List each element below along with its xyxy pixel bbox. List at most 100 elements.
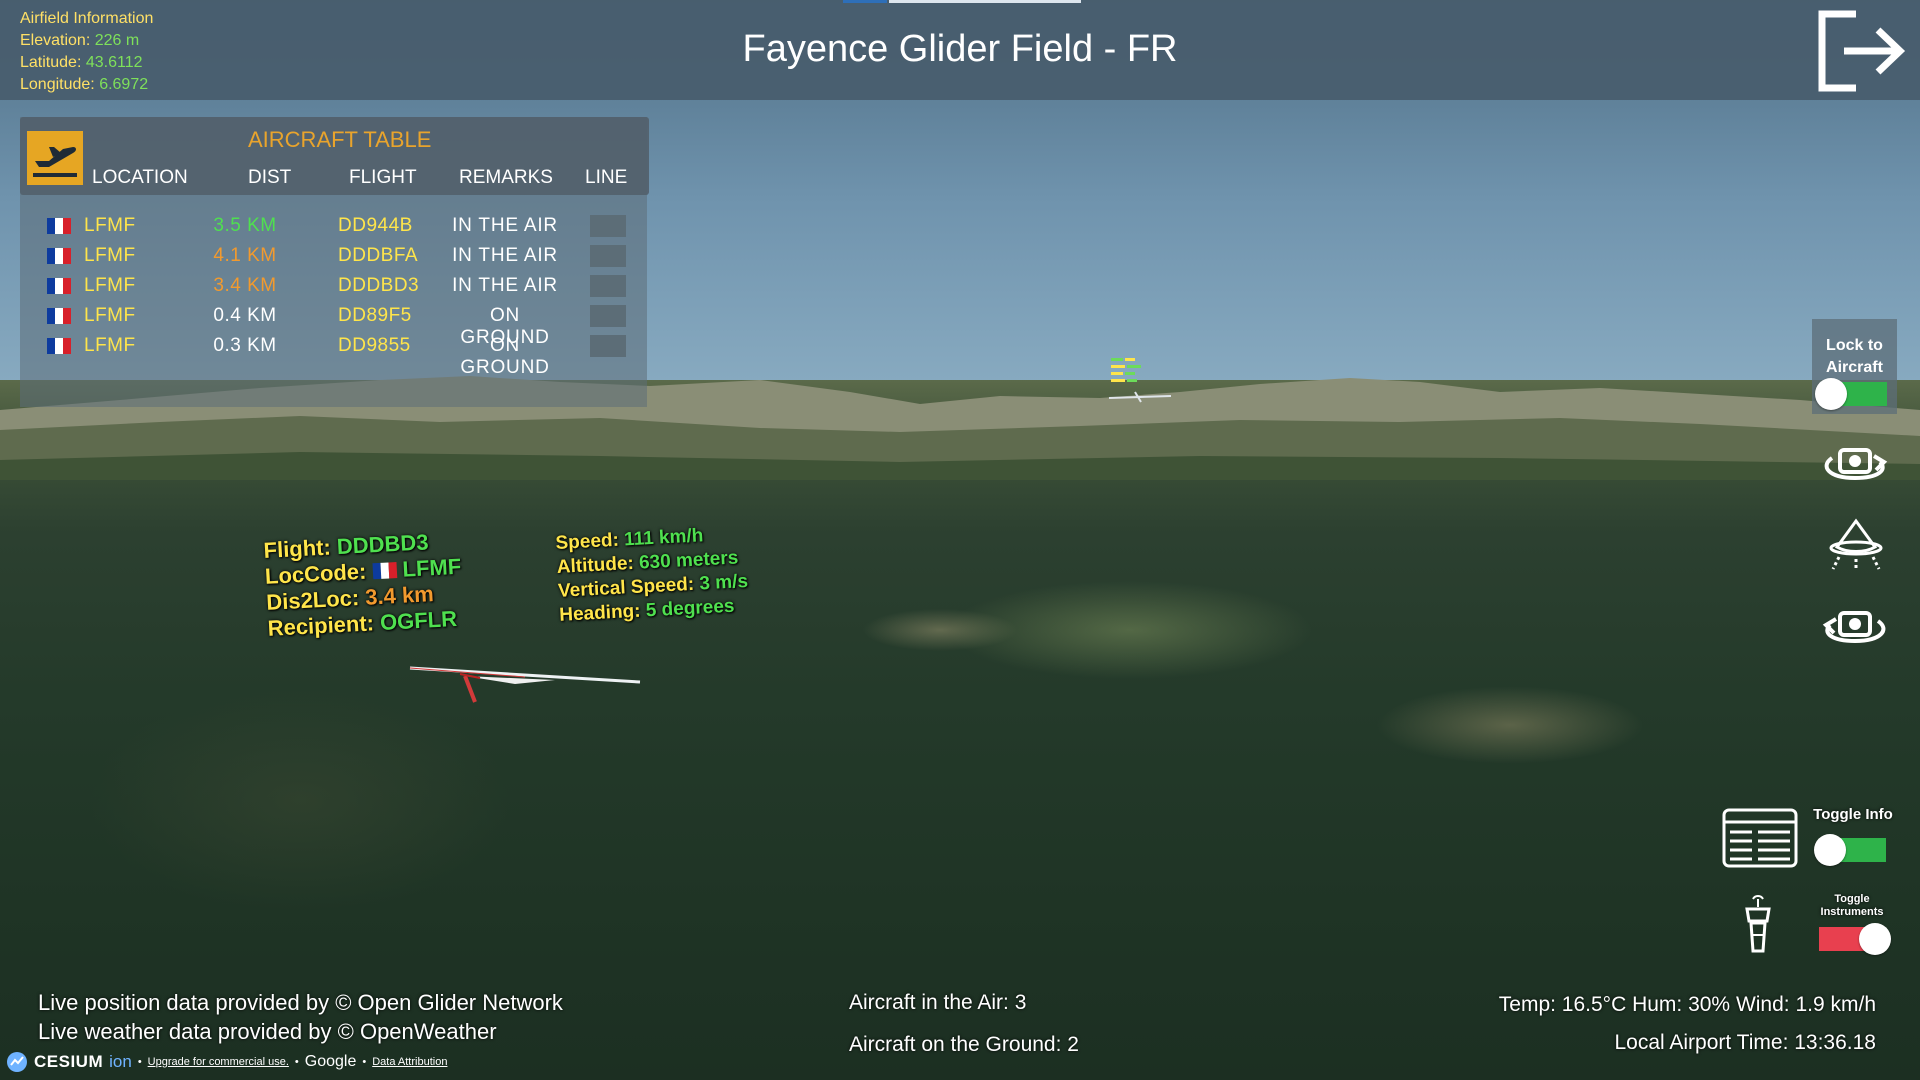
cesium-credits: CESIUM ion • Upgrade for commercial use.…: [6, 1050, 447, 1074]
header-accent-line: [889, 0, 1081, 3]
row-dist: 0.3 KM: [213, 335, 277, 356]
row-location: LFMF: [84, 305, 136, 326]
row-flight: DDDBFA: [338, 245, 419, 266]
row-flight: DDDBD3: [338, 275, 420, 296]
loccode-value: LFMF: [401, 553, 462, 582]
orbit-camera-reverse-icon: [1822, 611, 1886, 644]
row-dist: 4.1 KM: [213, 245, 277, 266]
row-line-toggle[interactable]: [590, 275, 626, 297]
toggle-info-label: Toggle Info: [1813, 806, 1893, 823]
cesium-brand: CESIUM: [34, 1052, 104, 1071]
row-flight: DD9855: [338, 335, 411, 356]
logout-icon: [1818, 10, 1906, 92]
aircraft-in-air-count: Aircraft in the Air: 3: [849, 991, 1027, 1014]
france-flag-icon: [47, 248, 71, 264]
flight-value: DDDBD3: [336, 529, 430, 560]
row-line-toggle[interactable]: [590, 245, 626, 267]
row-flight: DD944B: [338, 215, 413, 236]
recipient-label: Recipient:: [267, 610, 375, 641]
airfield-info-heading: Airfield Information: [20, 10, 154, 27]
info-table-button[interactable]: [1722, 808, 1798, 873]
header-accent-line: [843, 0, 887, 3]
longitude-label: Longitude:: [20, 76, 95, 93]
altitude-label: Altitude:: [556, 552, 635, 578]
local-airport-time: Local Airport Time: 13:36.18: [1614, 1031, 1877, 1054]
aircraft-telemetry-label: Speed: 111 km/h Altitude: 630 meters Ver…: [555, 522, 750, 628]
aircraft-table-title: AIRCRAFT TABLE: [248, 127, 432, 152]
credit-separator: •: [294, 1056, 299, 1068]
toggle-knob: [1815, 378, 1847, 410]
loccode-label: LocCode:: [264, 558, 367, 589]
overhead-view-button[interactable]: [1825, 515, 1887, 578]
data-attribution-link[interactable]: Data Attribution: [372, 1056, 447, 1068]
orbit-camera-icon: [1824, 448, 1888, 481]
row-dist: 0.4 KM: [213, 305, 277, 326]
departure-plane-icon: [27, 131, 83, 185]
row-location: LFMF: [84, 335, 136, 356]
altitude-value: 630 meters: [638, 547, 739, 574]
row-flight: DD89F5: [338, 305, 412, 326]
tracked-glider[interactable]: [405, 660, 645, 710]
distant-glider[interactable]: [1105, 356, 1175, 406]
aircraft-id-label: Flight: DDDBD3 LocCode: LFMF Dis2Loc: 3.…: [263, 528, 465, 642]
cesium-logo-icon: [7, 1052, 27, 1072]
row-dist: 3.5 KM: [213, 215, 277, 236]
row-remarks: ON GROUND: [460, 335, 550, 378]
longitude-value: 6.6972: [99, 76, 149, 93]
heading-value: 5 degrees: [645, 595, 735, 622]
toggle-instruments-label: Toggle Instruments: [1820, 893, 1884, 918]
table-row[interactable]: LFMF 3.4 KM DDDBD3 IN THE AIR: [20, 272, 647, 302]
row-dist: 3.4 KM: [213, 275, 277, 296]
ogn-credit: Live position data provided by © Open Gl…: [38, 990, 563, 1015]
france-flag-icon: [372, 562, 397, 580]
row-line-toggle[interactable]: [590, 335, 626, 357]
control-tower-icon: [1745, 895, 1771, 953]
toggle-instruments-switch[interactable]: [1819, 923, 1891, 955]
logout-button[interactable]: [1816, 8, 1906, 94]
orbit-camera-reverse-button[interactable]: [1818, 603, 1892, 654]
speed-value: 111 km/h: [623, 525, 704, 551]
dis2loc-value: 3.4 km: [364, 581, 435, 610]
toggle-knob: [1859, 923, 1891, 955]
table-row[interactable]: LFMF 3.5 KM DD944B IN THE AIR: [20, 212, 647, 242]
aircraft-on-ground-count: Aircraft on the Ground: 2: [849, 1033, 1079, 1056]
google-credit: Google: [304, 1053, 357, 1070]
row-location: LFMF: [84, 245, 136, 266]
upgrade-link[interactable]: Upgrade for commercial use.: [148, 1056, 289, 1068]
orbit-camera-button[interactable]: [1818, 440, 1892, 491]
terrain-ground: [0, 380, 1920, 1080]
weather-readout: Temp: 16.5°C Hum: 30% Wind: 1.9 km/h: [1498, 993, 1876, 1016]
table-row[interactable]: LFMF 0.4 KM DD89F5 ON GROUND: [20, 302, 647, 348]
row-line-toggle[interactable]: [590, 215, 626, 237]
page-title: Fayence Glider Field - FR: [742, 28, 1178, 70]
aircraft-table: AIRCRAFT TABLE LOCATION DIST FLIGHT REMA…: [20, 117, 649, 407]
column-header-flight: FLIGHT: [349, 167, 417, 188]
table-row[interactable]: LFMF 0.3 KM DD9855 ON GROUND: [20, 332, 647, 378]
credit-separator: •: [362, 1056, 367, 1068]
toggle-knob: [1814, 834, 1846, 866]
lock-to-aircraft-toggle[interactable]: [1815, 378, 1887, 410]
info-table-icon: [1722, 808, 1798, 868]
row-location: LFMF: [84, 215, 136, 236]
aircraft-table-header: AIRCRAFT TABLE LOCATION DIST FLIGHT REMA…: [20, 117, 649, 195]
control-tower-button[interactable]: [1743, 893, 1773, 960]
column-header-location: LOCATION: [92, 167, 188, 188]
recipient-value: OGFLR: [379, 605, 458, 635]
flight-label: Flight:: [263, 534, 332, 563]
column-header-dist: DIST: [248, 167, 292, 188]
column-header-remarks: REMARKS: [459, 167, 553, 188]
france-flag-icon: [47, 308, 71, 324]
france-flag-icon: [47, 278, 71, 294]
header-bar: Airfield Information Elevation: 226 m La…: [0, 0, 1920, 100]
vertical-speed-value: 3 m/s: [698, 570, 749, 595]
column-header-line: LINE: [585, 167, 628, 188]
row-location: LFMF: [84, 275, 136, 296]
row-remarks: IN THE AIR: [452, 275, 558, 296]
row-line-toggle[interactable]: [590, 305, 626, 327]
toggle-info-switch[interactable]: [1814, 834, 1886, 866]
dis2loc-label: Dis2Loc:: [265, 585, 360, 615]
overhead-view-icon: [1829, 518, 1883, 571]
row-remarks: IN THE AIR: [452, 245, 558, 266]
france-flag-icon: [47, 218, 71, 234]
table-row[interactable]: LFMF 4.1 KM DDDBFA IN THE AIR: [20, 242, 647, 272]
